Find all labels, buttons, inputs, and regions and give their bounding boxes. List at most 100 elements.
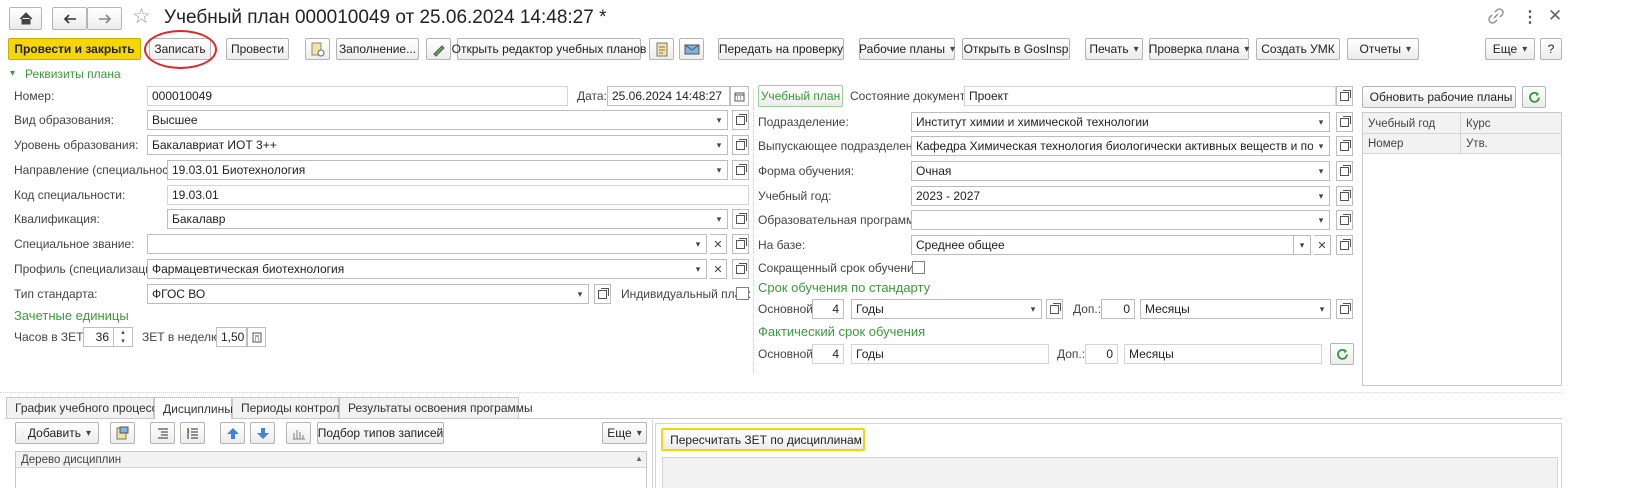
bottom-more-button[interactable]: Еще xyxy=(602,422,647,444)
edu-level-open-button[interactable] xyxy=(732,135,749,155)
check-plan-button[interactable]: Проверка плана xyxy=(1149,38,1249,60)
study-form-dropdown[interactable]: ▾ xyxy=(1313,161,1330,181)
division-open-button[interactable] xyxy=(1336,112,1353,132)
chart-button[interactable] xyxy=(286,422,311,444)
add-button[interactable]: Добавить xyxy=(15,422,99,444)
work-plans-table[interactable]: Учебный год Курс Номер Утв. xyxy=(1362,112,1562,386)
study-form-field[interactable]: Очная xyxy=(911,161,1315,181)
forward-button[interactable] xyxy=(87,7,122,30)
edu-type-field[interactable]: Высшее xyxy=(147,110,713,130)
close-icon[interactable]: ✕ xyxy=(1548,6,1562,26)
study-year-dropdown[interactable]: ▾ xyxy=(1313,186,1330,206)
standard-type-dropdown[interactable]: ▾ xyxy=(572,284,589,304)
fill-settings-button[interactable] xyxy=(305,38,330,60)
std-extra-unit-field[interactable]: Месяцы xyxy=(1140,299,1316,319)
favorite-star-icon[interactable]: ☆ xyxy=(132,6,151,28)
profile-clear-button[interactable]: ✕ xyxy=(710,259,727,279)
edu-level-field[interactable]: Бакалавриат ИОТ 3++ xyxy=(147,135,713,155)
special-title-clear-button[interactable]: ✕ xyxy=(710,234,727,254)
special-title-dropdown[interactable]: ▾ xyxy=(690,234,707,254)
open-plan-editor-button[interactable]: Открыть редактор учебных планов xyxy=(452,38,646,60)
base-open-button[interactable] xyxy=(1336,235,1353,255)
update-work-plans-button[interactable]: Обновить рабочие планы xyxy=(1362,86,1516,108)
short-term-checkbox[interactable] xyxy=(912,261,925,274)
post-button[interactable]: Провести xyxy=(226,38,289,60)
more-button[interactable]: Еще xyxy=(1485,38,1535,60)
edu-type-dropdown[interactable]: ▾ xyxy=(711,110,728,130)
tab-program-results[interactable]: Результаты освоения программы xyxy=(339,397,533,418)
post-and-close-button[interactable]: Провести и закрыть xyxy=(8,38,141,60)
refresh-plans-button[interactable] xyxy=(1522,86,1546,108)
date-field[interactable]: 25.06.2024 14:48:27 xyxy=(607,86,730,106)
send-for-check-button[interactable]: Передать на проверку xyxy=(718,38,844,60)
open-gosinsp-button[interactable]: Открыть в GosInsp xyxy=(962,38,1070,60)
list-outdent-button[interactable] xyxy=(180,422,205,444)
base-clear-button[interactable]: ✕ xyxy=(1314,235,1331,255)
division-dropdown[interactable]: ▾ xyxy=(1313,112,1330,132)
act-main-value-field[interactable]: 4 xyxy=(812,344,844,364)
col-course[interactable]: Курс xyxy=(1466,116,1490,132)
send-button[interactable] xyxy=(679,38,704,60)
calculator-button[interactable] xyxy=(247,327,266,347)
qualification-field[interactable]: Бакалавр xyxy=(167,209,713,229)
tab-control-periods[interactable]: Периоды контроля xyxy=(232,397,346,418)
number-field[interactable]: 000010049 xyxy=(147,86,568,106)
qualification-dropdown[interactable]: ▾ xyxy=(711,209,728,229)
std-extra-unit-open-button[interactable] xyxy=(1336,299,1353,319)
standard-type-open-button[interactable] xyxy=(594,284,611,304)
recalc-zet-button[interactable]: Пересчитать ЗЕТ по дисциплинам xyxy=(661,428,865,451)
calendar-button[interactable] xyxy=(730,86,749,106)
tab-schedule[interactable]: График учебного процесса xyxy=(6,397,164,418)
edu-level-dropdown[interactable]: ▾ xyxy=(711,135,728,155)
spec-code-field[interactable]: 19.03.01 xyxy=(167,185,749,205)
doc-state-field[interactable]: Проект xyxy=(964,86,1336,106)
direction-dropdown[interactable]: ▾ xyxy=(711,160,728,180)
tree-header-label[interactable]: Дерево дисциплин xyxy=(21,453,121,467)
requisites-section-title[interactable]: Реквизиты плана xyxy=(25,67,121,81)
link-icon[interactable] xyxy=(1488,8,1504,27)
col-study-year[interactable]: Учебный год xyxy=(1368,116,1435,132)
move-down-button[interactable] xyxy=(250,422,275,444)
collapse-chevron-icon[interactable]: ▾ xyxy=(10,68,15,79)
hours-per-zet-field[interactable]: 36 xyxy=(83,327,114,347)
work-plans-button[interactable]: Рабочие планы xyxy=(859,38,955,60)
col-number[interactable]: Номер xyxy=(1368,136,1403,152)
home-button[interactable] xyxy=(9,7,42,30)
std-main-unit-field[interactable]: Годы xyxy=(851,299,1027,319)
create-umk-button[interactable]: Создать УМК xyxy=(1256,38,1340,60)
select-record-types-button[interactable]: Подбор типов записей xyxy=(317,422,444,444)
std-main-unit-dropdown[interactable]: ▾ xyxy=(1025,299,1042,319)
doc-state-open-button[interactable] xyxy=(1336,86,1353,106)
graduating-division-open-button[interactable] xyxy=(1336,136,1353,156)
special-title-field[interactable] xyxy=(147,234,692,254)
profile-field[interactable]: Фармацевтическая биотехнология xyxy=(147,259,692,279)
direction-field[interactable]: 19.03.01 Биотехнология xyxy=(167,160,713,180)
print-button[interactable]: Печать xyxy=(1085,38,1143,60)
profile-open-button[interactable] xyxy=(732,259,749,279)
move-up-button[interactable] xyxy=(220,422,245,444)
scroll-up-arrow-icon[interactable]: ▲ xyxy=(635,454,643,463)
study-year-open-button[interactable] xyxy=(1336,186,1353,206)
reports-button[interactable]: Отчеты xyxy=(1347,38,1419,60)
tab-disciplines[interactable]: Дисциплины xyxy=(154,397,233,419)
back-button[interactable] xyxy=(52,7,87,30)
copy-button[interactable] xyxy=(110,422,135,444)
base-dropdown[interactable]: ▾ xyxy=(1294,235,1311,255)
col-approved[interactable]: Утв. xyxy=(1466,136,1488,152)
study-year-field[interactable]: 2023 - 2027 xyxy=(911,186,1315,206)
act-main-unit-field[interactable]: Годы xyxy=(851,344,1049,364)
act-extra-unit-field[interactable]: Месяцы xyxy=(1124,344,1322,364)
list-button[interactable] xyxy=(150,422,175,444)
std-main-unit-open-button[interactable] xyxy=(1046,299,1063,319)
curriculum-button[interactable]: Учебный план xyxy=(758,85,843,107)
document-button[interactable] xyxy=(649,38,674,60)
direction-open-button[interactable] xyxy=(732,160,749,180)
std-extra-unit-dropdown[interactable]: ▾ xyxy=(1314,299,1331,319)
more-vertical-icon[interactable]: ⋮ xyxy=(1522,7,1538,27)
fill-button[interactable]: Заполнение... xyxy=(336,38,419,60)
graduating-division-dropdown[interactable]: ▾ xyxy=(1313,136,1330,156)
division-field[interactable]: Институт химии и химической технологии xyxy=(911,112,1315,132)
help-button[interactable]: ? xyxy=(1540,38,1562,60)
base-field[interactable]: Среднее общее xyxy=(911,235,1294,255)
zet-per-week-field[interactable]: 1,50 xyxy=(216,327,247,347)
